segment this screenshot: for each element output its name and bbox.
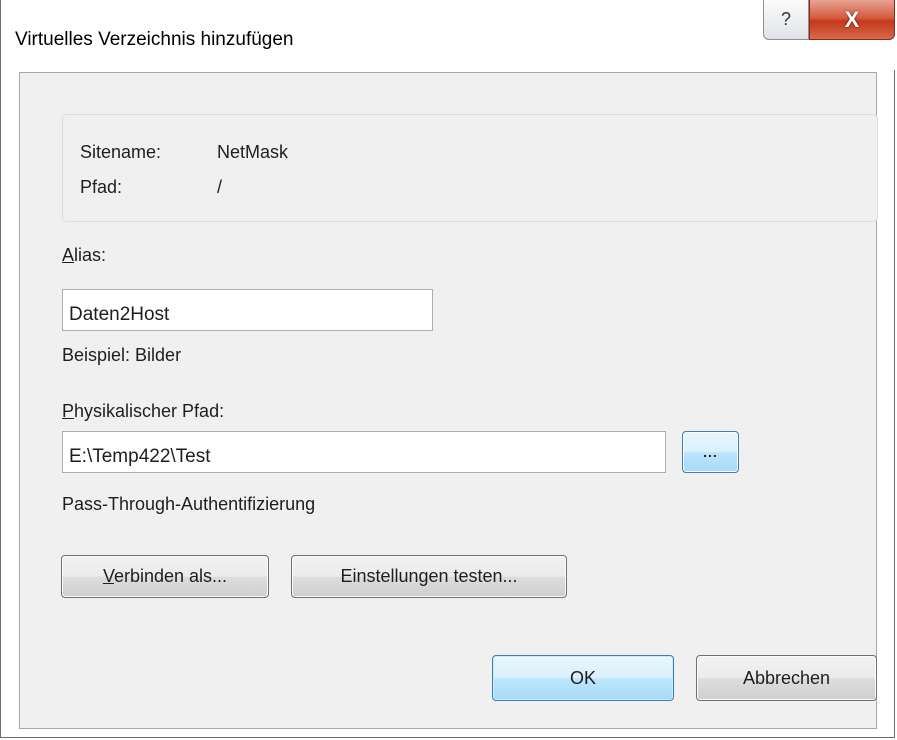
connect-as-button[interactable]: Verbinden als... [61,555,269,598]
dialog-content: Sitename: NetMask Pfad: / Alias: Beispie… [19,72,878,729]
dialog-title: Virtuelles Verzeichnis hinzufügen [15,29,294,50]
alias-label: Alias: [62,245,107,265]
alias-example-text: Beispiel: Bilder [62,345,182,365]
add-virtual-directory-dialog: Virtuelles Verzeichnis hinzufügen ? X Si… [0,0,896,738]
sitename-label: Sitename: [80,142,162,162]
path-value: / [217,177,223,197]
test-settings-button[interactable]: Einstellungen testen... [291,555,567,598]
physical-path-label: Physikalischer Pfad: [62,401,225,421]
browse-button[interactable]: ... [682,431,739,473]
close-icon: X [844,6,860,32]
close-button[interactable]: X [809,0,895,40]
ok-button[interactable]: OK [492,655,674,701]
path-label: Pfad: [80,177,123,197]
help-icon: ? [780,9,791,29]
cancel-button[interactable]: Abbrechen [696,655,877,701]
auth-label: Pass-Through-Authentifizierung [62,494,316,514]
sitename-value: NetMask [217,142,289,162]
physical-path-input[interactable] [62,431,666,473]
help-button[interactable]: ? [763,0,809,40]
site-info-panel: Sitename: NetMask Pfad: / [62,114,878,222]
alias-input[interactable] [62,289,433,331]
title-bar[interactable]: Virtuelles Verzeichnis hinzufügen ? X [1,0,896,70]
